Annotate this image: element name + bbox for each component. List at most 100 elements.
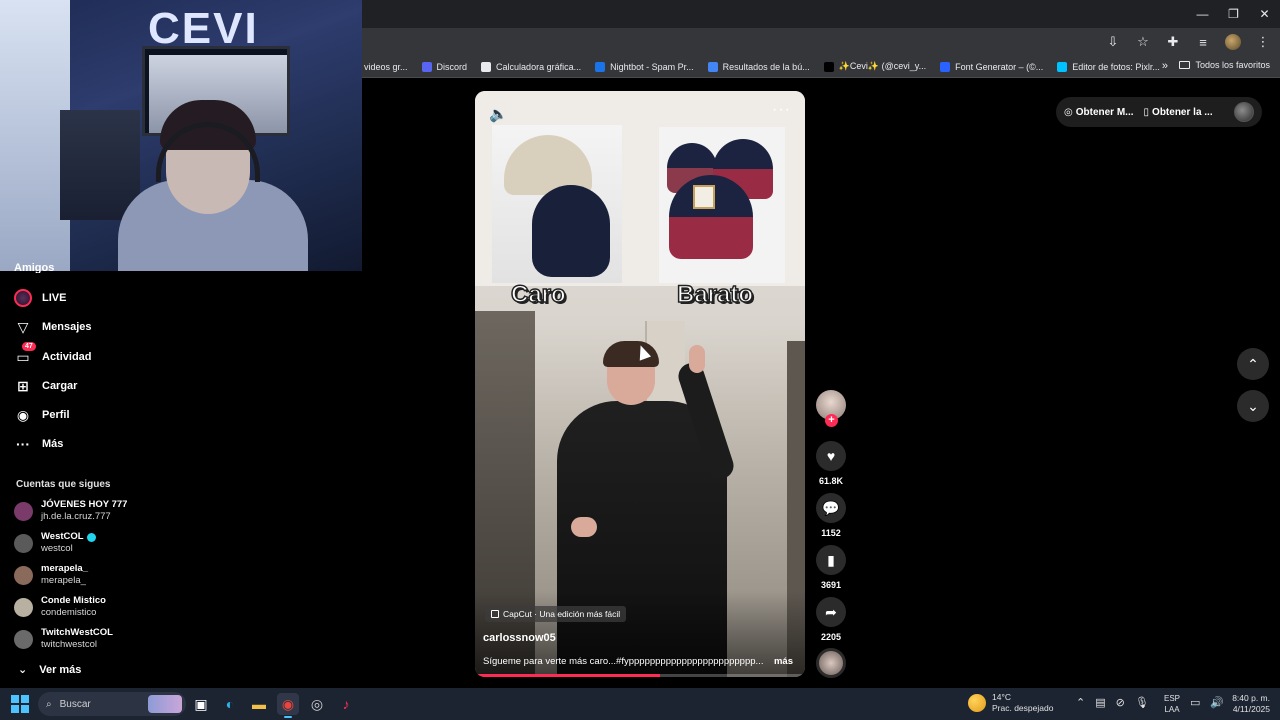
volume-icon[interactable]: 🔊 [1210, 696, 1224, 709]
obs-icon[interactable]: ◎ [306, 693, 328, 715]
sidebar-item-more[interactable]: ··· Más [14, 433, 63, 455]
avatar [14, 501, 33, 521]
bookmark-label: Calculadora gráfica... [496, 61, 582, 72]
more-options-icon[interactable]: ··· [772, 101, 791, 119]
tray-chevron-up-icon[interactable]: ⌃ [1076, 696, 1085, 709]
comment-icon: 💬 [822, 499, 840, 516]
sidebar-item-label: Actividad [42, 351, 92, 363]
bookmark-label: Nightbot - Spam Pr... [610, 61, 694, 72]
clock-time: 8:40 p. m. [1232, 693, 1270, 703]
save-button[interactable]: ▮ [816, 545, 846, 575]
language-indicator[interactable]: ESP LAA [1164, 693, 1180, 715]
weather-widget[interactable]: 14°C Prac. despejado [968, 692, 1053, 714]
cheap-caps-photo [659, 127, 785, 283]
get-app-button[interactable]: ▯ Obtener la ... [1144, 107, 1213, 118]
account-name: TwitchWestCOL [41, 627, 113, 638]
bookmark-item[interactable]: Resultados de la bú... [707, 61, 810, 72]
avatar [14, 533, 33, 553]
avatar [14, 565, 33, 585]
music-disc-icon[interactable] [816, 648, 846, 678]
get-coins-button[interactable]: ◎ Obtener M... [1064, 107, 1134, 118]
bookmark-favicon-icon [421, 61, 432, 72]
window-controls: — ❐ ✕ [1187, 0, 1280, 28]
video-progress-bar[interactable] [475, 674, 805, 677]
microphone-icon[interactable]: 🎙 [1135, 696, 1149, 709]
task-view-icon[interactable]: ▣ [190, 693, 212, 715]
bookmark-item[interactable]: Discord [421, 61, 467, 72]
extensions-icon[interactable]: ✚ [1162, 31, 1184, 53]
get-coins-label: Obtener M... [1075, 106, 1134, 118]
bookmark-favicon-icon [823, 61, 834, 72]
expensive-caps-photo [492, 125, 622, 283]
sidebar-item-label: LIVE [42, 292, 67, 304]
capcut-tag[interactable]: CapCut · Una edición más fácil [485, 606, 627, 622]
chevron-up-icon: ⌃ [1247, 355, 1259, 372]
sidebar-item-upload[interactable]: ⊞ Cargar [14, 375, 77, 397]
following-account[interactable]: JÓVENES HOY 777 jh.de.la.cruz.777 [14, 497, 150, 525]
profile-avatar-icon[interactable] [1222, 31, 1244, 53]
tiktok-icon[interactable]: ♪ [335, 693, 357, 715]
sidebar-item-activity[interactable]: ▭ 47 Actividad [14, 342, 92, 368]
keyboard-layout: LAA [1164, 705, 1180, 714]
bookmark-star-icon[interactable]: ☆ [1132, 31, 1154, 53]
following-account[interactable]: WestCOL westcol [14, 529, 150, 557]
system-tray: ⌃ ▤ ⊘ 🎙 [1076, 696, 1149, 709]
restore-button[interactable]: ❐ [1218, 0, 1249, 28]
file-explorer-icon[interactable]: ▬ [248, 693, 270, 715]
account-name: JÓVENES HOY 777 [41, 499, 128, 510]
send-icon: ▽ [17, 318, 29, 335]
bookmark-label: ✨Cevi✨ (@cevi_y... [838, 61, 927, 71]
media-control-icon[interactable]: ≡ [1192, 31, 1214, 53]
bookmark-item[interactable]: ✨Cevi✨ (@cevi_y... [823, 61, 927, 72]
taskbar-clock[interactable]: 8:40 p. m. 4/11/2025 [1226, 693, 1270, 715]
chrome-icon[interactable]: ◉ [277, 693, 299, 718]
bookmark-item[interactable]: Editor de fotos: Pixlr... [1057, 61, 1160, 72]
follow-plus-icon[interactable]: + [825, 414, 838, 427]
tray-app-icon[interactable]: ▤ [1095, 696, 1105, 709]
bookmarks-overflow-button[interactable]: » [1162, 60, 1168, 72]
install-app-icon[interactable]: ⇩ [1102, 31, 1124, 53]
bookmark-item[interactable]: Calculadora gráfica... [481, 61, 582, 72]
network-icon[interactable]: ▭ [1190, 696, 1200, 709]
webcam-shelf [60, 110, 140, 220]
following-account[interactable]: TwitchWestCOL twitchwestcol [14, 625, 150, 653]
next-video-button[interactable]: ⌄ [1237, 390, 1269, 422]
bookmark-item[interactable]: Nightbot - Spam Pr... [595, 61, 694, 72]
following-account[interactable]: Conde Mistico condemistico [14, 593, 150, 621]
sidebar-item-friends-partial[interactable]: Amigos [14, 263, 54, 273]
all-bookmarks-button[interactable]: Todos los favoritos [1179, 60, 1270, 70]
following-account[interactable]: merapela_ merapela_ [14, 561, 150, 589]
share-button[interactable]: ➦ [816, 597, 846, 627]
bookmark-item[interactable]: videos gr... [364, 62, 408, 72]
volume-icon[interactable]: 🔈 [489, 105, 508, 123]
windows-start-icon[interactable] [11, 695, 29, 713]
close-button[interactable]: ✕ [1249, 0, 1280, 28]
like-button[interactable]: ♥ [816, 441, 846, 471]
user-avatar[interactable] [1234, 102, 1254, 122]
edge-icon[interactable]: ◐ [219, 693, 241, 715]
share-icon: ➦ [825, 603, 837, 620]
sidebar-item-messages[interactable]: ▽ Mensajes [14, 316, 92, 338]
video-player[interactable]: Caro Barato 🔈 ··· CapCut · Una edición m… [475, 91, 805, 677]
like-count: 61.8K [818, 476, 844, 486]
minimize-button[interactable]: — [1187, 0, 1218, 28]
toolbar-icons: ⇩ ☆ ✚ ≡ ⋮ [1102, 28, 1274, 56]
browser-menu-icon[interactable]: ⋮ [1252, 31, 1274, 53]
all-bookmarks-label: Todos los favoritos [1195, 60, 1270, 70]
bookmark-favicon-icon [481, 61, 492, 72]
avatar [14, 597, 33, 617]
caption-more-button[interactable]: más [774, 656, 793, 667]
coin-icon: ◎ [1064, 106, 1073, 118]
comment-button[interactable]: 💬 [816, 493, 846, 523]
taskbar-search[interactable]: ⌕ Buscar [38, 692, 186, 716]
previous-video-button[interactable]: ⌃ [1237, 348, 1269, 380]
video-author[interactable]: carlossnow05 [483, 632, 556, 644]
camera-off-icon[interactable]: ⊘ [1116, 696, 1125, 709]
sidebar-item-label: Mensajes [42, 321, 92, 333]
windows-taskbar: ⌕ Buscar ▣ ◐ ▬ ◉ ◎ ♪ 14°C Prac. despejad… [0, 688, 1280, 720]
language-code: ESP [1164, 694, 1181, 703]
see-more-button[interactable]: ⌄ Ver más [18, 663, 81, 677]
sidebar-item-live[interactable]: LIVE [14, 287, 66, 309]
sidebar-item-profile[interactable]: ◉ Perfil [14, 404, 70, 426]
bookmark-item[interactable]: Font Generator – (©... [940, 61, 1043, 72]
